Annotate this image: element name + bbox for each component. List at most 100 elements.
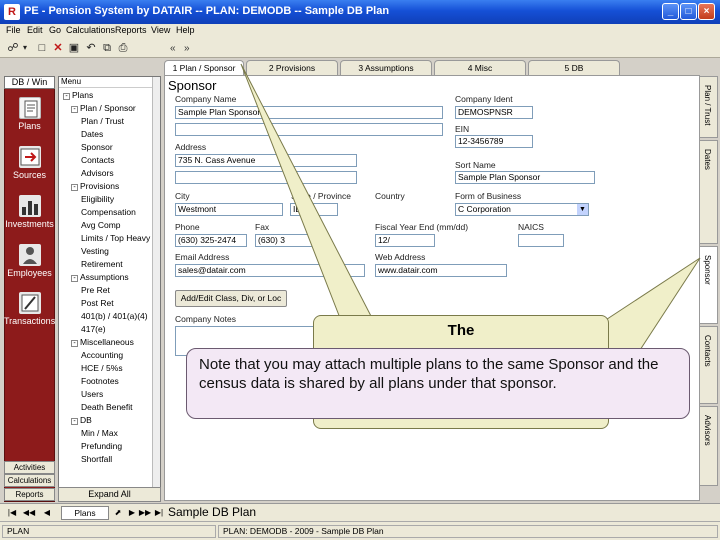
phone-field[interactable]: (630) 325-2474 bbox=[175, 234, 247, 247]
side-tab-dates[interactable]: Dates bbox=[700, 140, 718, 244]
tree-item[interactable]: - Miscellaneous bbox=[71, 337, 134, 348]
tree-item[interactable]: Death Benefit bbox=[81, 402, 133, 413]
nav-reports[interactable]: Reports bbox=[4, 488, 55, 501]
back-arrows[interactable]: « bbox=[170, 43, 176, 54]
city-field[interactable]: Westmont bbox=[175, 203, 283, 216]
tab-db[interactable]: 5 DB bbox=[528, 60, 620, 75]
delete-icon[interactable]: ✕ bbox=[51, 41, 65, 55]
tree-item[interactable]: 401(b) / 401(a)(4) bbox=[81, 311, 148, 322]
menu-calculations[interactable]: Calculations bbox=[66, 25, 115, 35]
fax-field[interactable]: (630) 3 bbox=[255, 234, 327, 247]
tree-expander-icon[interactable]: - bbox=[71, 184, 78, 191]
side-tab-contacts[interactable]: Contacts bbox=[700, 326, 718, 404]
undo-icon[interactable]: ↶ bbox=[84, 41, 98, 55]
maximize-button[interactable]: □ bbox=[680, 3, 697, 20]
jump-icon[interactable]: ⬈ bbox=[112, 506, 124, 519]
nav-item-investments[interactable]: Investments bbox=[4, 195, 55, 229]
prev-record-button[interactable]: ◀ bbox=[41, 506, 53, 519]
company-name-2-field[interactable] bbox=[175, 123, 443, 136]
print-icon[interactable]: ⎙ bbox=[116, 41, 130, 55]
chevron-down-icon[interactable]: ▼ bbox=[577, 204, 588, 215]
tree-item[interactable]: Compensation bbox=[81, 207, 136, 218]
state-field[interactable]: IL bbox=[290, 203, 338, 216]
address-2-field[interactable] bbox=[175, 171, 357, 184]
tree-item[interactable]: Sponsor bbox=[81, 142, 113, 153]
side-tab-advisors[interactable]: Advisors bbox=[700, 406, 718, 486]
prev-page-button[interactable]: ◀◀ bbox=[22, 506, 36, 519]
new-icon[interactable]: □ bbox=[35, 41, 49, 55]
tree-item[interactable]: Prefunding bbox=[81, 441, 122, 452]
naics-field[interactable] bbox=[518, 234, 564, 247]
tree-expander-icon[interactable]: - bbox=[71, 106, 78, 113]
tree-item[interactable]: Plan / Trust bbox=[81, 116, 124, 127]
tree-item[interactable]: Advisors bbox=[81, 168, 114, 179]
next-page-button[interactable]: ▶▶ bbox=[138, 506, 152, 519]
tree-item[interactable]: Dates bbox=[81, 129, 103, 140]
binoculars-icon[interactable]: ☍ bbox=[6, 41, 20, 55]
tab-provisions[interactable]: 2 Provisions bbox=[246, 60, 338, 75]
tree-expander-icon[interactable]: - bbox=[71, 418, 78, 425]
side-tab-plan-trust[interactable]: Plan / Trust bbox=[700, 76, 718, 138]
tree-expander-icon[interactable]: - bbox=[71, 275, 78, 282]
tree-item[interactable]: - Plan / Sponsor bbox=[71, 103, 136, 114]
record-type-field[interactable]: Plans bbox=[61, 506, 109, 520]
tree-item[interactable]: Users bbox=[81, 389, 103, 400]
tree-item[interactable]: Vesting bbox=[81, 246, 109, 257]
tree-item[interactable]: - Assumptions bbox=[71, 272, 129, 283]
menu-edit[interactable]: Edit bbox=[27, 25, 43, 35]
tree-scrollbar[interactable] bbox=[152, 77, 160, 501]
tab-assumptions[interactable]: 3 Assumptions bbox=[340, 60, 432, 75]
menu-file[interactable]: File bbox=[6, 25, 21, 35]
web-field[interactable]: www.datair.com bbox=[375, 264, 507, 277]
nav-item-transactions[interactable]: Transactions bbox=[4, 292, 55, 326]
dropdown-icon[interactable]: ▾ bbox=[20, 41, 30, 55]
menu-go[interactable]: Go bbox=[49, 25, 61, 35]
tree-item[interactable]: Shortfall bbox=[81, 454, 112, 465]
tree-item[interactable]: 417(e) bbox=[81, 324, 106, 335]
copy-icon[interactable]: ⧉ bbox=[100, 41, 114, 55]
tree-expander-icon[interactable]: - bbox=[71, 340, 78, 347]
close-button[interactable]: × bbox=[698, 3, 715, 20]
fiscal-year-field[interactable]: 12/ bbox=[375, 234, 435, 247]
last-record-button[interactable]: ▶| bbox=[153, 506, 165, 519]
menu-reports[interactable]: Reports bbox=[115, 25, 147, 35]
first-record-button[interactable]: |◀ bbox=[6, 506, 18, 519]
tree-item[interactable]: Limits / Top Heavy bbox=[81, 233, 150, 244]
sort-name-field[interactable]: Sample Plan Sponsor bbox=[455, 171, 595, 184]
ein-field[interactable]: 12-3456789 bbox=[455, 135, 533, 148]
side-tab-sponsor[interactable]: Sponsor bbox=[700, 246, 718, 324]
tree-item[interactable]: - DB bbox=[71, 415, 92, 426]
forward-arrows[interactable]: » bbox=[184, 43, 190, 54]
nav-item-employees[interactable]: Employees bbox=[4, 244, 55, 278]
nav-activities[interactable]: Activities bbox=[4, 461, 55, 474]
email-field[interactable]: sales@datair.com bbox=[175, 264, 365, 277]
tree-item[interactable]: Footnotes bbox=[81, 376, 119, 387]
tree-expander-icon[interactable]: - bbox=[63, 93, 70, 100]
tree-item[interactable]: Avg Comp bbox=[81, 220, 121, 231]
tree-item[interactable]: Eligibility bbox=[81, 194, 114, 205]
tree-item[interactable]: Min / Max bbox=[81, 428, 118, 439]
tab-misc[interactable]: 4 Misc bbox=[434, 60, 526, 75]
add-edit-class-button[interactable]: Add/Edit Class, Div, or Loc bbox=[175, 290, 287, 307]
menu-view[interactable]: View bbox=[151, 25, 170, 35]
tree-item[interactable]: - Plans bbox=[63, 90, 93, 101]
tree-item[interactable]: Retirement bbox=[81, 259, 123, 270]
tab-plan-sponsor[interactable]: 1 Plan / Sponsor bbox=[164, 60, 244, 76]
company-name-field[interactable]: Sample Plan Sponsor bbox=[175, 106, 443, 119]
tree-item[interactable]: - Provisions bbox=[71, 181, 119, 192]
nav-calculations[interactable]: Calculations bbox=[4, 474, 55, 487]
next-record-button[interactable]: ▶ bbox=[126, 506, 138, 519]
address-field[interactable]: 735 N. Cass Avenue bbox=[175, 154, 357, 167]
nav-item-plans[interactable]: Plans bbox=[4, 97, 55, 131]
tree-item[interactable]: HCE / 5%s bbox=[81, 363, 123, 374]
tree-item[interactable]: Post Ret bbox=[81, 298, 114, 309]
nav-item-sources[interactable]: Sources bbox=[4, 146, 55, 180]
tree-item[interactable]: Pre Ret bbox=[81, 285, 110, 296]
menu-help[interactable]: Help bbox=[176, 25, 195, 35]
expand-all-button[interactable]: Expand All bbox=[58, 487, 161, 502]
tree-item[interactable]: Contacts bbox=[81, 155, 115, 166]
company-ident-field[interactable]: DEMOSPNSR bbox=[455, 106, 533, 119]
form-of-business-select[interactable]: C Corporation ▼ bbox=[455, 203, 589, 216]
save-icon[interactable]: ▣ bbox=[67, 41, 81, 55]
tree-item[interactable]: Accounting bbox=[81, 350, 123, 361]
